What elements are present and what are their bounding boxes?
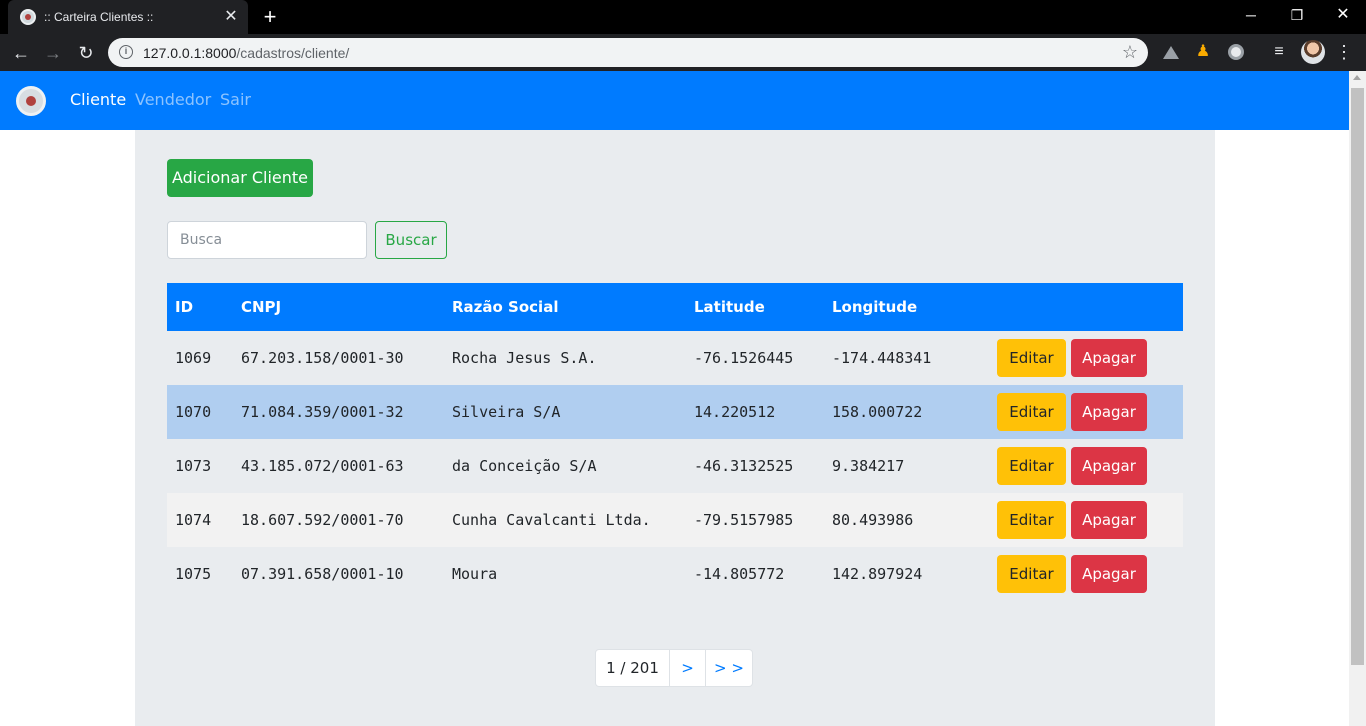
cell-latitude: -79.5157985 bbox=[694, 511, 794, 529]
browser-titlebar: :: Carteira Clientes :: ✕ + ─ ❐ ✕ bbox=[0, 0, 1366, 34]
cell-cnpj: 43.185.072/0001-63 bbox=[241, 457, 404, 475]
vertical-scrollbar[interactable] bbox=[1349, 71, 1366, 726]
clients-table: ID CNPJ Razão Social Latitude Longitude … bbox=[167, 283, 1183, 601]
browser-toolbar: ← → ↻ i 127.0.0.1:8000/cadastros/cliente… bbox=[0, 34, 1366, 71]
pagination: 1 / 201 > > > bbox=[595, 649, 753, 687]
edit-button[interactable]: Editar bbox=[997, 555, 1066, 593]
browser-menu-icon[interactable]: ⋮ bbox=[1334, 40, 1354, 64]
table-row: 1074 18.607.592/0001-70 Cunha Cavalcanti… bbox=[167, 493, 1183, 547]
cell-cnpj: 67.203.158/0001-30 bbox=[241, 349, 404, 367]
cell-longitude: -174.448341 bbox=[832, 349, 932, 367]
search-button[interactable]: Buscar bbox=[375, 221, 447, 259]
delete-button[interactable]: Apagar bbox=[1071, 555, 1147, 593]
table-header: ID CNPJ Razão Social Latitude Longitude bbox=[167, 283, 1183, 331]
cell-id: 1073 bbox=[175, 457, 212, 475]
site-navbar: Cliente Vendedor Sair bbox=[0, 71, 1349, 130]
edit-button[interactable]: Editar bbox=[997, 447, 1066, 485]
brand-logo[interactable] bbox=[16, 86, 46, 116]
forward-arrow-icon[interactable]: → bbox=[40, 40, 66, 66]
cell-cnpj: 71.084.359/0001-32 bbox=[241, 403, 404, 421]
delete-button[interactable]: Apagar bbox=[1071, 393, 1147, 431]
search-placeholder: Busca bbox=[180, 232, 223, 248]
cell-longitude: 158.000722 bbox=[832, 403, 923, 421]
table-row: 1069 67.203.158/0001-30 Rocha Jesus S.A.… bbox=[167, 331, 1183, 385]
edit-button[interactable]: Editar bbox=[997, 393, 1066, 431]
url-text[interactable]: 127.0.0.1:8000/cadastros/cliente/ bbox=[143, 45, 349, 61]
cell-cnpj: 18.607.592/0001-70 bbox=[241, 511, 404, 529]
nav-link-cliente[interactable]: Cliente bbox=[70, 90, 126, 109]
site-favicon-icon bbox=[20, 9, 36, 25]
bookmark-star-icon[interactable]: ☆ bbox=[1122, 42, 1138, 63]
nav-link-sair[interactable]: Sair bbox=[220, 90, 251, 109]
table-row: 1075 07.391.658/0001-10 Moura -14.805772… bbox=[167, 547, 1183, 601]
add-client-button[interactable]: Adicionar Cliente bbox=[167, 159, 313, 197]
tab-title: :: Carteira Clientes :: bbox=[44, 10, 154, 24]
header-razao-social: Razão Social bbox=[452, 298, 559, 316]
nav-link-vendedor[interactable]: Vendedor bbox=[135, 90, 211, 109]
cell-cnpj: 07.391.658/0001-10 bbox=[241, 565, 404, 583]
next-page-link[interactable]: > bbox=[670, 650, 706, 686]
close-tab-icon[interactable]: ✕ bbox=[222, 8, 240, 26]
scroll-up-arrow-icon[interactable] bbox=[1353, 75, 1361, 80]
browser-tab[interactable]: :: Carteira Clientes :: ✕ bbox=[8, 0, 248, 34]
bird-extension-icon[interactable]: ♟ bbox=[1193, 42, 1213, 62]
cell-razao-social: Rocha Jesus S.A. bbox=[452, 349, 597, 367]
cell-razao-social: da Conceição S/A bbox=[452, 457, 597, 475]
delete-button[interactable]: Apagar bbox=[1071, 501, 1147, 539]
url-path: /cadastros/cliente/ bbox=[236, 45, 350, 61]
cell-latitude: -46.3132525 bbox=[694, 457, 794, 475]
cell-latitude: 14.220512 bbox=[694, 403, 776, 421]
cell-latitude: -76.1526445 bbox=[694, 349, 794, 367]
cell-razao-social: Moura bbox=[452, 565, 498, 583]
url-host: 127.0.0.1:8000 bbox=[143, 45, 237, 61]
edit-button[interactable]: Editar bbox=[997, 339, 1066, 377]
media-control-icon[interactable]: ≡ bbox=[1269, 42, 1289, 62]
last-page-link[interactable]: > > bbox=[706, 650, 752, 686]
address-bar[interactable]: i 127.0.0.1:8000/cadastros/cliente/ ☆ bbox=[108, 38, 1148, 67]
restore-button[interactable]: ❐ bbox=[1274, 0, 1320, 30]
table-row: 1073 43.185.072/0001-63 da Conceição S/A… bbox=[167, 439, 1183, 493]
circle-extension-icon[interactable] bbox=[1226, 42, 1246, 62]
info-icon[interactable]: i bbox=[119, 45, 133, 59]
minimize-button[interactable]: ─ bbox=[1228, 0, 1274, 30]
drive-extension-icon[interactable] bbox=[1161, 42, 1181, 62]
cell-id: 1069 bbox=[175, 349, 212, 367]
table-row: 1070 71.084.359/0001-32 Silveira S/A 14.… bbox=[167, 385, 1183, 439]
cell-id: 1070 bbox=[175, 403, 212, 421]
cell-longitude: 80.493986 bbox=[832, 511, 914, 529]
close-window-button[interactable]: ✕ bbox=[1320, 0, 1366, 30]
header-longitude: Longitude bbox=[832, 298, 918, 316]
cell-razao-social: Cunha Cavalcanti Ltda. bbox=[452, 511, 651, 529]
scroll-thumb[interactable] bbox=[1351, 88, 1364, 665]
delete-button[interactable]: Apagar bbox=[1071, 339, 1147, 377]
cell-latitude: -14.805772 bbox=[694, 565, 785, 583]
header-id: ID bbox=[175, 298, 194, 316]
header-latitude: Latitude bbox=[694, 298, 765, 316]
cell-longitude: 9.384217 bbox=[832, 457, 905, 475]
page-indicator: 1 / 201 bbox=[596, 650, 670, 686]
cell-id: 1075 bbox=[175, 565, 212, 583]
cell-longitude: 142.897924 bbox=[832, 565, 923, 583]
profile-avatar[interactable] bbox=[1301, 40, 1325, 64]
cell-id: 1074 bbox=[175, 511, 212, 529]
search-input[interactable]: Busca bbox=[167, 221, 367, 259]
cell-razao-social: Silveira S/A bbox=[452, 403, 561, 421]
back-arrow-icon[interactable]: ← bbox=[8, 40, 34, 66]
delete-button[interactable]: Apagar bbox=[1071, 447, 1147, 485]
page-viewport: Cliente Vendedor Sair Adicionar Cliente … bbox=[0, 71, 1349, 726]
new-tab-button[interactable]: + bbox=[258, 5, 282, 29]
header-cnpj: CNPJ bbox=[241, 298, 282, 316]
main-container: Adicionar Cliente Busca Buscar ID CNPJ R… bbox=[135, 130, 1215, 726]
edit-button[interactable]: Editar bbox=[997, 501, 1066, 539]
reload-icon[interactable]: ↻ bbox=[73, 40, 99, 66]
